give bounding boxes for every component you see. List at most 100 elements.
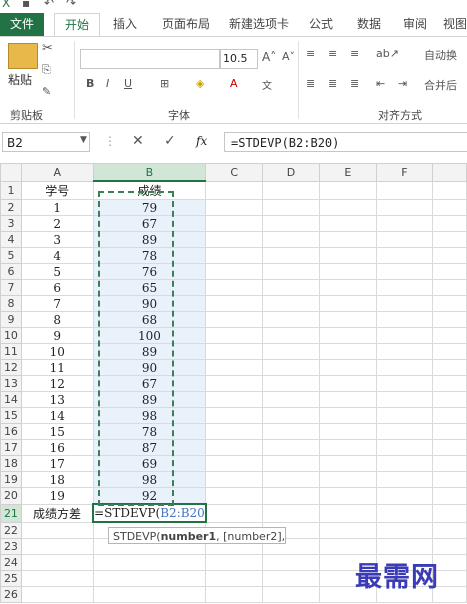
cell-d[interactable] bbox=[262, 407, 320, 424]
row-header[interactable]: 7 bbox=[0, 279, 22, 296]
cell-d[interactable] bbox=[262, 423, 320, 440]
cell-c[interactable] bbox=[205, 295, 264, 312]
row-header[interactable]: 9 bbox=[0, 311, 22, 328]
cell-f[interactable] bbox=[375, 295, 434, 312]
cell-g[interactable] bbox=[432, 311, 467, 328]
cell-e[interactable] bbox=[318, 407, 377, 424]
cell-a[interactable] bbox=[20, 570, 94, 587]
underline-button[interactable]: U bbox=[124, 77, 132, 90]
cell-d[interactable] bbox=[262, 180, 320, 200]
cell-d[interactable] bbox=[262, 375, 320, 392]
cell-g[interactable] bbox=[432, 375, 467, 392]
cell-d[interactable] bbox=[262, 311, 320, 328]
insert-function-icon[interactable]: fx bbox=[196, 134, 207, 148]
tab-view[interactable]: 视图 bbox=[440, 13, 467, 36]
row-header[interactable]: 2 bbox=[0, 199, 22, 216]
cell-f[interactable] bbox=[375, 439, 434, 456]
row-header[interactable]: 23 bbox=[0, 538, 22, 555]
cell-b[interactable]: 89 bbox=[92, 391, 207, 408]
orientation-icon[interactable]: ab↗ bbox=[376, 47, 399, 60]
cell-d[interactable] bbox=[262, 359, 320, 376]
row-header[interactable]: 22 bbox=[0, 521, 22, 539]
cell-b[interactable]: 65 bbox=[92, 279, 207, 296]
cell-d[interactable] bbox=[262, 455, 320, 472]
cell-b[interactable]: 成绩 bbox=[92, 180, 207, 200]
font-name-select[interactable] bbox=[80, 49, 220, 69]
chevron-down-icon[interactable]: ▼ bbox=[80, 135, 87, 145]
cell-a[interactable] bbox=[20, 554, 94, 571]
column-header-d[interactable]: D bbox=[262, 163, 320, 182]
cell-e[interactable] bbox=[318, 423, 377, 440]
cell-g[interactable] bbox=[432, 521, 467, 539]
undo-icon[interactable]: ↶ bbox=[44, 0, 54, 10]
cell-f[interactable] bbox=[375, 311, 434, 328]
cell-f[interactable] bbox=[375, 455, 434, 472]
cell-b[interactable] bbox=[92, 586, 207, 603]
cell-c[interactable] bbox=[205, 554, 264, 571]
row-header[interactable]: 13 bbox=[0, 375, 22, 392]
cell-g[interactable] bbox=[432, 471, 467, 488]
cell-e[interactable] bbox=[318, 279, 377, 296]
cell-d[interactable] bbox=[262, 295, 320, 312]
column-header-f[interactable]: F bbox=[375, 163, 434, 182]
cell-c[interactable] bbox=[205, 439, 264, 456]
font-size-select[interactable]: 10.5 bbox=[220, 49, 258, 69]
font-color-icon[interactable]: A bbox=[230, 77, 238, 90]
column-header-g[interactable] bbox=[432, 163, 467, 182]
row-header[interactable]: 19 bbox=[0, 471, 22, 488]
cell-e[interactable] bbox=[318, 471, 377, 488]
redo-icon[interactable]: ↷ bbox=[66, 0, 76, 10]
border-icon[interactable]: ⊞ bbox=[160, 77, 169, 90]
tab-file[interactable]: 文件 bbox=[0, 13, 44, 36]
enter-icon[interactable]: ✓ bbox=[164, 133, 176, 149]
row-header[interactable]: 1 bbox=[0, 180, 22, 200]
wrap-text-button[interactable]: 自动换 bbox=[424, 47, 457, 63]
cell-f[interactable] bbox=[375, 503, 434, 523]
column-header-b[interactable]: B bbox=[92, 163, 207, 182]
cell-b[interactable]: 78 bbox=[92, 247, 207, 264]
column-header-c[interactable]: C bbox=[205, 163, 264, 182]
cell-e[interactable] bbox=[318, 295, 377, 312]
cell-c[interactable] bbox=[205, 231, 264, 248]
formula-input[interactable]: =STDEVP(B2:B20) bbox=[224, 132, 467, 152]
cancel-icon[interactable]: ✕ bbox=[132, 133, 144, 149]
cell-e[interactable] bbox=[318, 391, 377, 408]
cell-e[interactable] bbox=[318, 487, 377, 505]
row-header[interactable]: 20 bbox=[0, 487, 22, 505]
cell-d[interactable] bbox=[262, 327, 320, 344]
cell-b[interactable]: 89 bbox=[92, 231, 207, 248]
cell-c[interactable] bbox=[205, 247, 264, 264]
cell-e[interactable] bbox=[318, 247, 377, 264]
cell-d[interactable] bbox=[262, 439, 320, 456]
cell-c[interactable] bbox=[205, 263, 264, 280]
tab-new[interactable]: 新建选项卡 bbox=[226, 13, 292, 36]
cell-a[interactable]: 1 bbox=[20, 199, 94, 216]
tab-home[interactable]: 开始 bbox=[54, 13, 100, 37]
paste-icon[interactable] bbox=[8, 43, 38, 69]
cell-g[interactable] bbox=[432, 439, 467, 456]
cell-a[interactable]: 10 bbox=[20, 343, 94, 360]
row-header[interactable]: 5 bbox=[0, 247, 22, 264]
cell-e[interactable] bbox=[318, 199, 377, 216]
cell-b[interactable]: 69 bbox=[92, 455, 207, 472]
cell-a[interactable] bbox=[20, 586, 94, 603]
fill-color-icon[interactable]: ◈ bbox=[196, 77, 204, 90]
row-header[interactable]: 12 bbox=[0, 359, 22, 376]
row-header[interactable]: 26 bbox=[0, 586, 22, 603]
phonetic-icon[interactable]: 文 bbox=[262, 77, 272, 92]
cell-g[interactable] bbox=[432, 247, 467, 264]
cell-f[interactable] bbox=[375, 231, 434, 248]
cell-e[interactable] bbox=[318, 503, 377, 523]
cell-e[interactable] bbox=[318, 327, 377, 344]
cell-a[interactable]: 14 bbox=[20, 407, 94, 424]
cell-f[interactable] bbox=[375, 343, 434, 360]
tab-page-layout[interactable]: 页面布局 bbox=[156, 13, 216, 36]
select-all-corner[interactable] bbox=[0, 163, 22, 182]
cell-a[interactable]: 15 bbox=[20, 423, 94, 440]
cell-a[interactable]: 学号 bbox=[20, 180, 94, 200]
cell-b[interactable]: 100 bbox=[92, 327, 207, 344]
align-center-icon[interactable]: ≣ bbox=[328, 77, 337, 90]
copy-icon[interactable]: ⎘ bbox=[42, 63, 51, 77]
cell-c[interactable] bbox=[205, 423, 264, 440]
row-header[interactable]: 8 bbox=[0, 295, 22, 312]
